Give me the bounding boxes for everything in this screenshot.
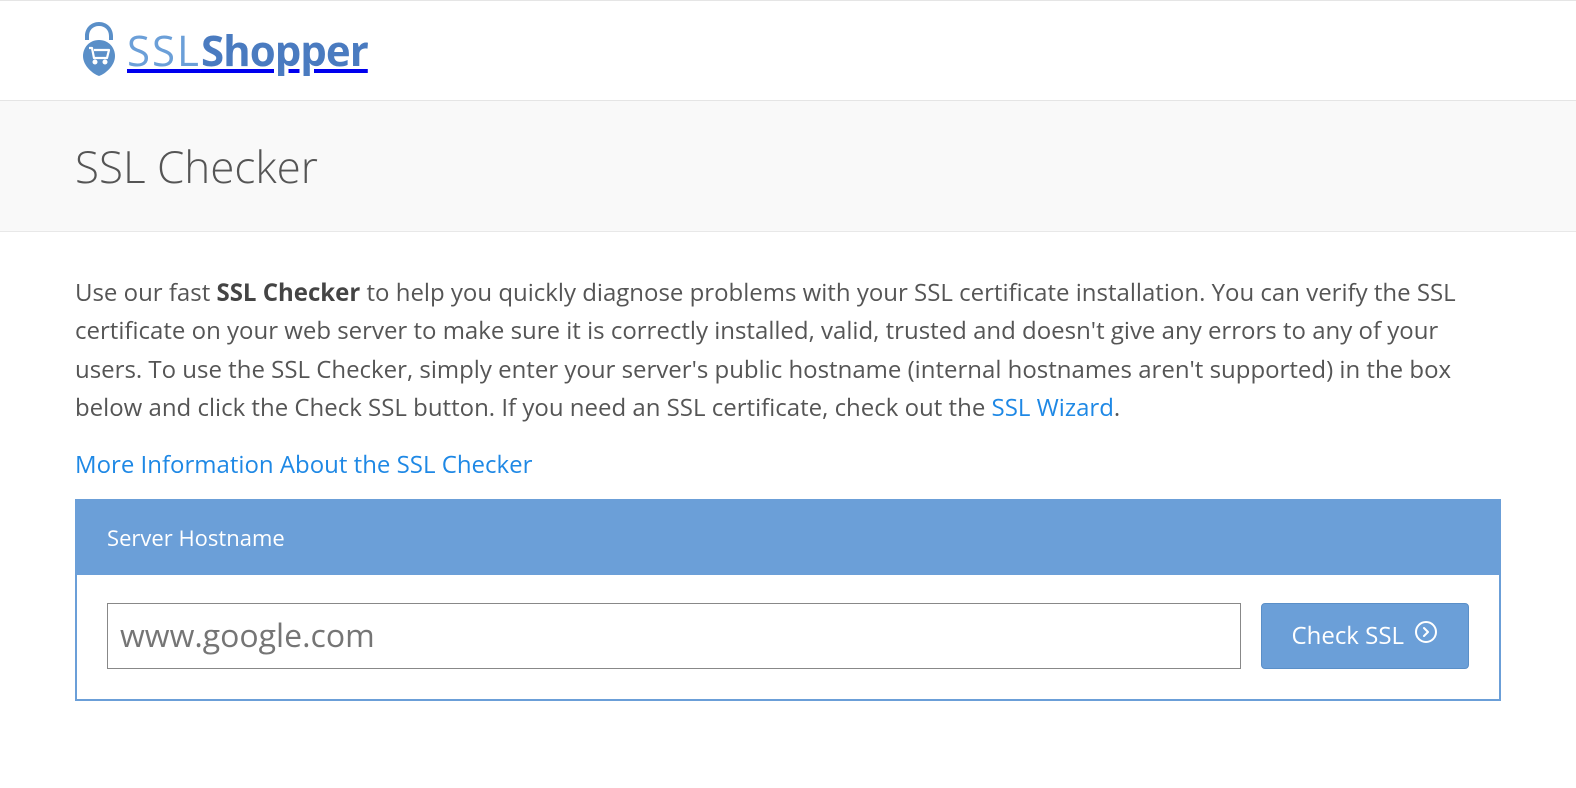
- arrow-right-circle-icon: [1414, 619, 1438, 652]
- description-text: Use our fast SSL Checker to help you qui…: [75, 274, 1501, 428]
- page-title: SSL Checker: [75, 136, 1501, 196]
- logo-text: SSLShopper: [127, 22, 368, 79]
- ssl-check-form: Server Hostname Check SSL: [75, 499, 1501, 701]
- logo-link[interactable]: SSLShopper: [75, 18, 368, 83]
- logo-ssl-text: SSL: [127, 22, 201, 79]
- description-bold: SSL Checker: [216, 276, 360, 309]
- hostname-input[interactable]: [107, 603, 1241, 669]
- form-body: Check SSL: [77, 575, 1499, 699]
- more-info-link[interactable]: More Information About the SSL Checker: [75, 448, 532, 481]
- check-ssl-button-label: Check SSL: [1292, 619, 1405, 652]
- lock-cart-icon: [75, 18, 123, 83]
- ssl-wizard-link[interactable]: SSL Wizard: [992, 391, 1114, 424]
- logo-shopper-text: Shopper: [201, 22, 368, 79]
- check-ssl-button[interactable]: Check SSL: [1261, 603, 1470, 669]
- title-section: SSL Checker: [0, 101, 1576, 232]
- form-header: Server Hostname: [77, 501, 1499, 575]
- main-content: Use our fast SSL Checker to help you qui…: [0, 232, 1576, 731]
- site-header: SSLShopper: [0, 0, 1576, 101]
